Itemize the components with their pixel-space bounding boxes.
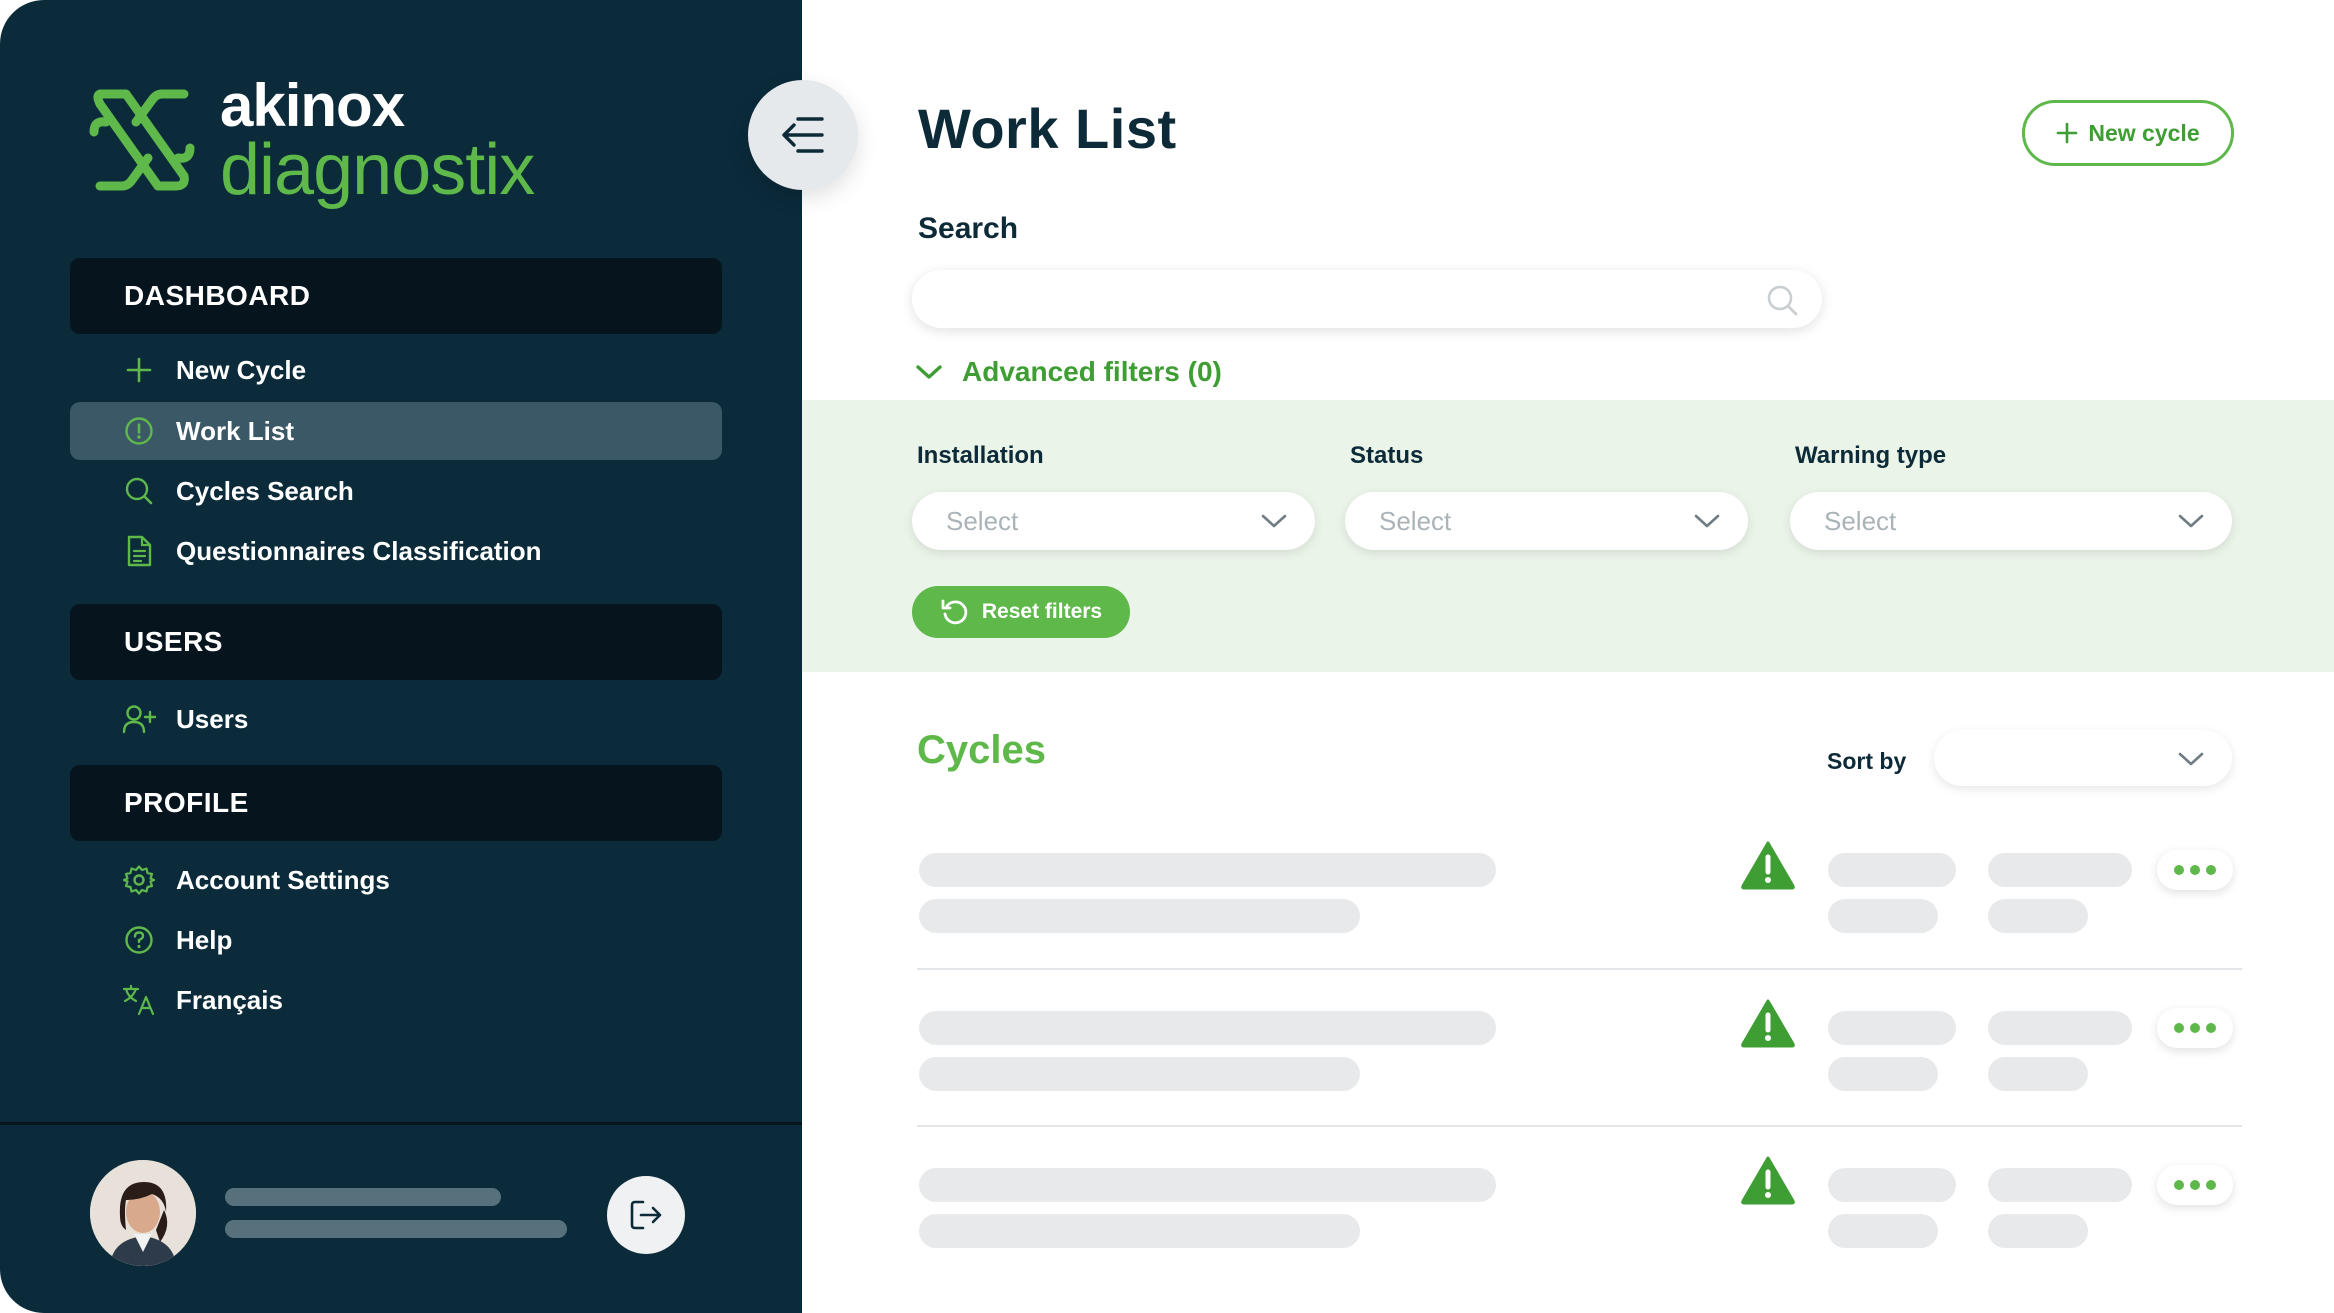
sidebar-item-label: Questionnaires Classification bbox=[176, 535, 542, 566]
cycle-meta-placeholder bbox=[1828, 853, 1956, 887]
sidebar-item-cycles-search[interactable]: Cycles Search bbox=[70, 462, 722, 520]
document-icon bbox=[122, 534, 156, 568]
sidebar: akinox diagnostix DASHBOARD New Cycle Wo… bbox=[0, 0, 802, 1313]
cycle-meta-placeholder bbox=[1988, 1057, 2088, 1091]
row-more-button[interactable] bbox=[2157, 850, 2233, 890]
translate-icon bbox=[122, 983, 156, 1017]
sidebar-item-label: Work List bbox=[176, 415, 294, 446]
row-divider bbox=[917, 968, 2242, 970]
brand-name-line2: diagnostix bbox=[220, 130, 535, 210]
cycle-meta-placeholder bbox=[1988, 853, 2132, 887]
cycle-meta-placeholder bbox=[1988, 1168, 2132, 1202]
row-more-button[interactable] bbox=[2157, 1008, 2233, 1048]
installation-select-value: Select bbox=[946, 505, 1019, 536]
sort-by-select[interactable] bbox=[1934, 730, 2232, 786]
installation-select[interactable]: Select bbox=[912, 492, 1315, 550]
cycle-meta-placeholder bbox=[1988, 1011, 2132, 1045]
cycle-title-placeholder bbox=[919, 853, 1496, 887]
sidebar-footer-divider bbox=[0, 1122, 802, 1125]
warning-triangle-icon bbox=[1741, 1156, 1795, 1205]
cycle-subtitle-placeholder bbox=[919, 899, 1360, 933]
cycle-meta-placeholder bbox=[1828, 899, 1938, 933]
sidebar-item-label: Cycles Search bbox=[176, 475, 354, 506]
advanced-filters-toggle[interactable]: Advanced filters (0) bbox=[914, 356, 1222, 388]
logout-icon bbox=[630, 1200, 662, 1230]
sidebar-item-help[interactable]: Help bbox=[70, 911, 722, 969]
sidebar-item-language[interactable]: Français bbox=[70, 971, 722, 1029]
search-icon[interactable] bbox=[1764, 282, 1800, 318]
section-header-users: USERS bbox=[70, 604, 722, 680]
search-field bbox=[912, 270, 1822, 328]
collapse-sidebar-button[interactable] bbox=[748, 80, 858, 190]
alert-circle-icon bbox=[122, 414, 156, 448]
plus-icon bbox=[122, 353, 156, 387]
new-cycle-label: New cycle bbox=[2088, 119, 2200, 146]
warning-type-select-value: Select bbox=[1824, 505, 1897, 536]
chevron-down-icon bbox=[2178, 752, 2204, 766]
filter-label-installation: Installation bbox=[917, 442, 1044, 469]
user-plus-icon bbox=[122, 702, 156, 736]
cycle-title-placeholder bbox=[919, 1011, 1496, 1045]
user-name-placeholder bbox=[225, 1188, 501, 1206]
row-divider bbox=[917, 1125, 2242, 1127]
cycle-title-placeholder bbox=[919, 1168, 1496, 1202]
warning-triangle-icon bbox=[1741, 841, 1795, 890]
collapse-menu-icon bbox=[782, 117, 824, 153]
section-header-profile: PROFILE bbox=[70, 765, 722, 841]
cycle-meta-placeholder bbox=[1828, 1168, 1956, 1202]
cycles-title: Cycles bbox=[917, 728, 1046, 772]
sidebar-item-label: New Cycle bbox=[176, 354, 307, 385]
logout-button[interactable] bbox=[607, 1176, 685, 1254]
sidebar-item-label: Users bbox=[176, 703, 249, 734]
cycle-meta-placeholder bbox=[1828, 1057, 1938, 1091]
sort-by-label: Sort by bbox=[1827, 748, 1907, 774]
sidebar-item-users[interactable]: Users bbox=[70, 690, 722, 748]
status-select[interactable]: Select bbox=[1345, 492, 1748, 550]
cycle-meta-placeholder bbox=[1988, 899, 2088, 933]
page-title: Work List bbox=[918, 97, 1177, 160]
status-select-value: Select bbox=[1379, 505, 1452, 536]
sidebar-item-new-cycle[interactable]: New Cycle bbox=[70, 341, 722, 399]
chevron-down-icon bbox=[2178, 514, 2204, 528]
row-more-button[interactable] bbox=[2157, 1165, 2233, 1205]
new-cycle-button[interactable]: New cycle bbox=[2022, 100, 2234, 166]
chevron-down-icon bbox=[916, 365, 942, 379]
brand-logo[interactable]: akinox diagnostix bbox=[86, 76, 556, 214]
search-input[interactable] bbox=[912, 270, 1732, 328]
cycle-meta-placeholder bbox=[1828, 1214, 1938, 1248]
help-circle-icon bbox=[122, 923, 156, 957]
warning-triangle-icon bbox=[1741, 999, 1795, 1048]
cycle-subtitle-placeholder bbox=[919, 1214, 1360, 1248]
brand-name-line1: akinox bbox=[220, 72, 405, 139]
filter-label-status: Status bbox=[1350, 442, 1424, 469]
plus-icon bbox=[2057, 122, 2078, 144]
reset-filters-button[interactable]: Reset filters bbox=[912, 586, 1130, 638]
reset-icon bbox=[941, 599, 968, 625]
sidebar-item-label: Help bbox=[176, 924, 233, 955]
sidebar-item-questionnaires-classification[interactable]: Questionnaires Classification bbox=[70, 522, 722, 580]
akinox-logo-icon bbox=[89, 89, 195, 191]
user-role-placeholder bbox=[225, 1220, 567, 1238]
sidebar-item-work-list[interactable]: Work List bbox=[70, 402, 722, 460]
search-icon bbox=[122, 474, 156, 508]
sidebar-item-label: Français bbox=[176, 984, 283, 1015]
cycle-meta-placeholder bbox=[1988, 1214, 2088, 1248]
cycle-meta-placeholder bbox=[1828, 1011, 1956, 1045]
filter-label-warning-type: Warning type bbox=[1795, 442, 1947, 469]
avatar[interactable] bbox=[90, 1160, 196, 1266]
sidebar-item-account-settings[interactable]: Account Settings bbox=[70, 851, 722, 909]
chevron-down-icon bbox=[1261, 514, 1287, 528]
gear-icon bbox=[122, 863, 156, 897]
reset-filters-label: Reset filters bbox=[981, 600, 1103, 623]
warning-type-select[interactable]: Select bbox=[1790, 492, 2232, 550]
cycle-subtitle-placeholder bbox=[919, 1057, 1360, 1091]
sidebar-item-label: Account Settings bbox=[176, 864, 390, 895]
search-label: Search bbox=[918, 212, 1019, 245]
section-header-dashboard: DASHBOARD bbox=[70, 258, 722, 334]
advanced-filters-label: Advanced filters (0) bbox=[962, 356, 1222, 387]
chevron-down-icon bbox=[1694, 514, 1720, 528]
